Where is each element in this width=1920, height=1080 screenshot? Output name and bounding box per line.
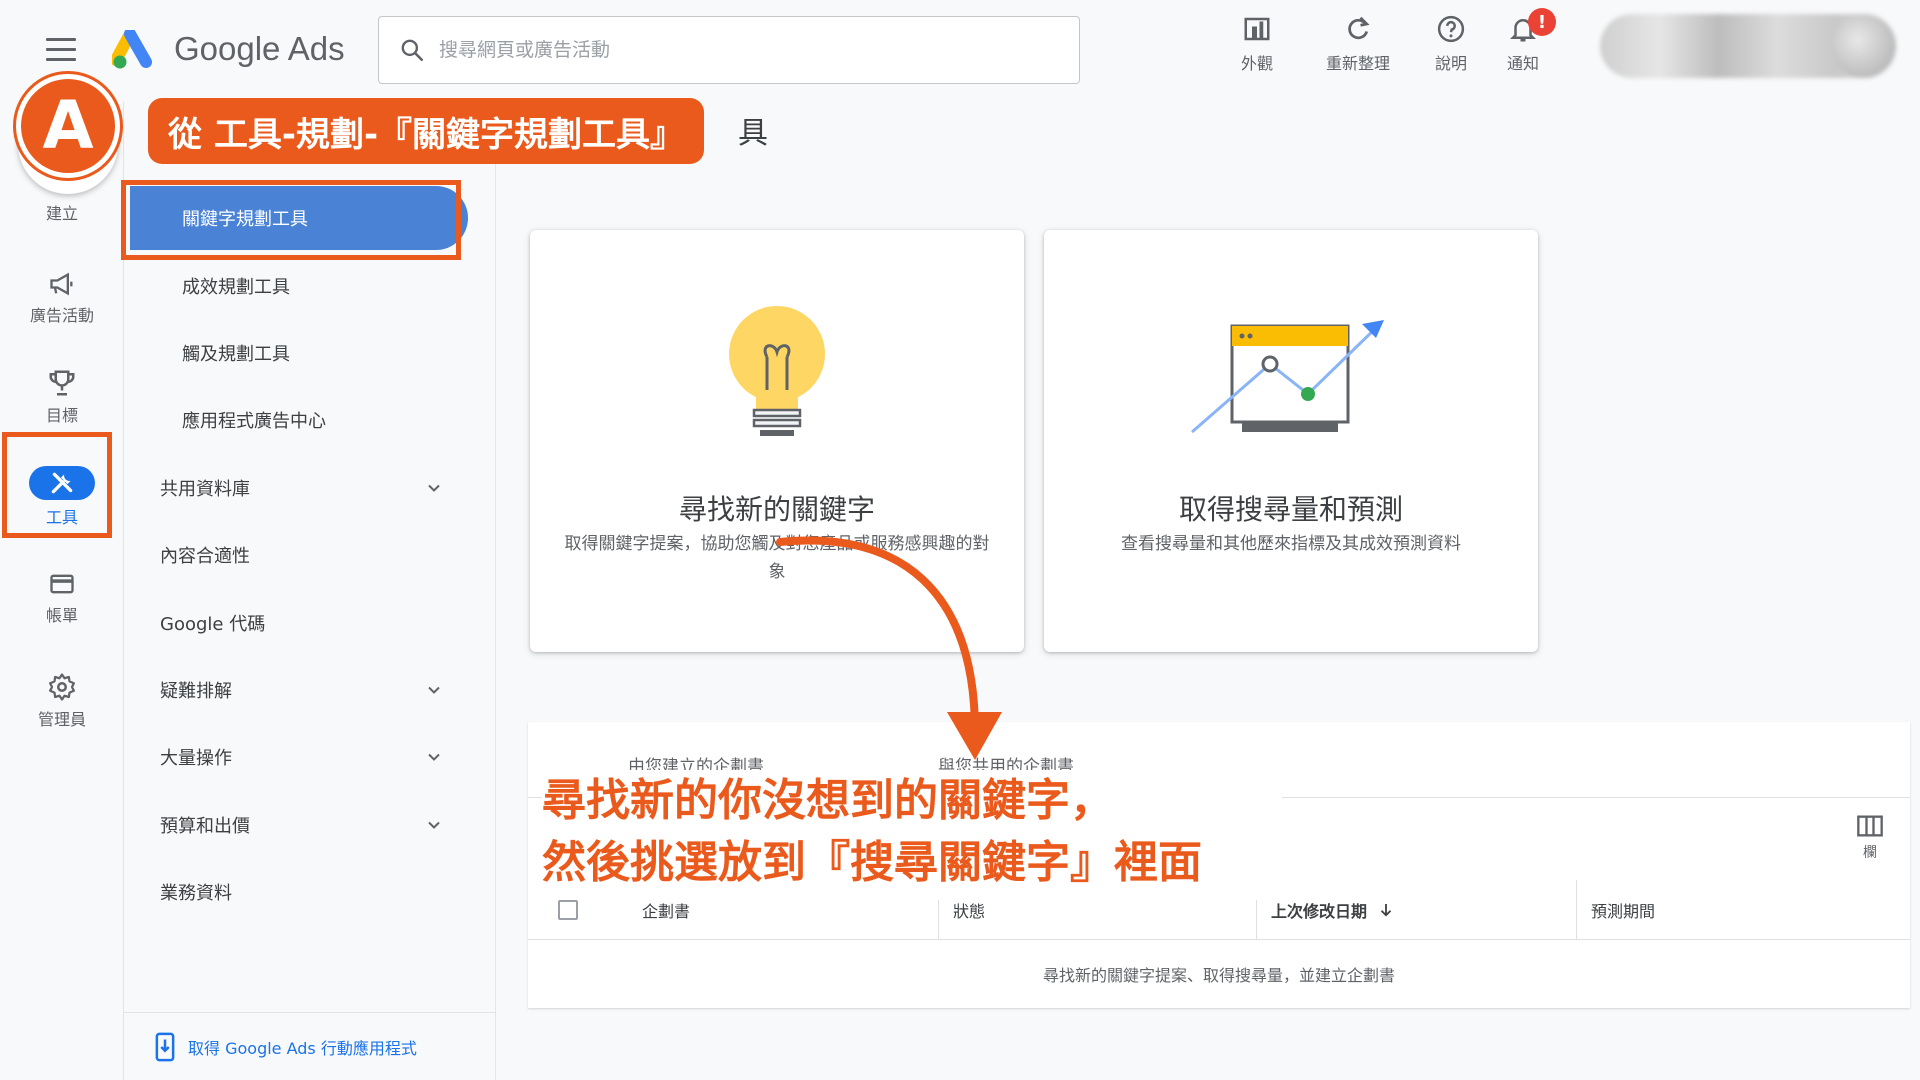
mobile-app-link-label: 取得 Google Ads 行動應用程式 — [188, 1038, 417, 1058]
avatar[interactable] — [1832, 14, 1896, 78]
trophy-icon — [49, 370, 75, 396]
submenu-item-label: 預算和出價 — [160, 816, 250, 837]
credit-card-icon — [50, 574, 74, 594]
sort-descending-icon — [1380, 904, 1392, 917]
chevron-down-icon — [428, 484, 440, 492]
rail-item-campaigns[interactable]: 廣告活動 — [0, 270, 124, 326]
brand-badge: A — [16, 74, 120, 178]
help-icon — [1437, 15, 1465, 43]
notification-badge: ! — [1528, 8, 1556, 36]
columns-label: 欄 — [1863, 845, 1877, 861]
tools-pill[interactable] — [29, 466, 95, 500]
submenu-item-label: 疑難排解 — [160, 681, 232, 702]
rail-item-label: 建立 — [45, 204, 78, 223]
mobile-app-link[interactable]: 取得 Google Ads 行動應用程式 — [124, 1012, 496, 1080]
rail-item-billing[interactable]: 帳單 — [0, 570, 124, 626]
card-title: 尋找新的關鍵字 — [678, 493, 875, 526]
submenu-item-business-data[interactable]: 業務資料 — [124, 864, 496, 920]
badge-letter: A — [42, 87, 94, 164]
columns-button[interactable]: 欄 — [1856, 814, 1884, 862]
notifications-button[interactable]: ! 通知 — [1478, 8, 1568, 74]
chevron-down-icon — [428, 686, 440, 694]
select-all-checkbox[interactable] — [558, 900, 578, 920]
discover-keywords-card[interactable]: 尋找新的關鍵字 取得關鍵字提案，協助您觸及對您產品或服務感興趣的對象 — [530, 230, 1024, 652]
account-switcher[interactable] — [1600, 14, 1896, 78]
note-line-1: 尋找新的你沒想到的關鍵字， — [542, 775, 1114, 826]
submenu-item-label: 觸及規劃工具 — [182, 344, 290, 365]
note-line-2: 然後挑選放到『搜尋關鍵字』裡面 — [542, 837, 1202, 888]
column-header-label: 上次修改日期 — [1271, 902, 1368, 921]
phone-download-icon — [155, 1032, 175, 1061]
chevron-down-icon — [428, 753, 440, 761]
submenu-item-label: 成效規劃工具 — [182, 277, 290, 298]
forecast-card[interactable]: 取得搜尋量和預測 查看搜尋量和其他歷來指標及其成效預測資料 — [1044, 230, 1538, 652]
navigation-rail: 建立 廣告活動 目標 工具 帳單 管理員 — [0, 102, 124, 1080]
rail-item-label: 帳單 — [45, 606, 78, 625]
submenu-item-reach-planner[interactable]: 觸及規劃工具 — [124, 325, 496, 381]
main-menu-icon[interactable] — [46, 38, 76, 62]
submenu-item-bulk-actions[interactable]: 大量操作 — [124, 729, 496, 785]
refresh-icon — [1348, 16, 1370, 40]
gear-icon — [49, 673, 75, 701]
notifications-label: 通知 — [1506, 54, 1539, 73]
submenu-item-app-advertising-hub[interactable]: 應用程式廣告中心 — [124, 392, 496, 448]
rail-item-label: 廣告活動 — [29, 306, 94, 325]
search-box[interactable] — [378, 16, 1080, 84]
card-title: 取得搜尋量和預測 — [1178, 493, 1403, 526]
tools-icon — [51, 472, 73, 494]
help-label: 說明 — [1434, 54, 1467, 73]
submenu-item-label: 內容合適性 — [160, 546, 250, 567]
search-input[interactable] — [439, 39, 1039, 61]
lightbulb-icon — [729, 306, 825, 436]
rail-item-tools[interactable]: 工具 — [0, 466, 124, 528]
chevron-down-icon — [428, 821, 440, 829]
instruction-note: 尋找新的你沒想到的關鍵字， 然後挑選放到『搜尋關鍵字』裡面 — [542, 770, 1282, 900]
empty-table-message: 尋找新的關鍵字提案、取得搜尋量，並建立企劃書 — [1042, 966, 1395, 985]
submenu-item-label: 大量操作 — [160, 748, 232, 769]
submenu-item-keyword-planner[interactable]: 關鍵字規劃工具 — [130, 186, 468, 250]
rail-item-create[interactable]: 建立 — [0, 196, 124, 224]
submenu-item-performance-planner[interactable]: 成效規劃工具 — [124, 258, 496, 314]
submenu-item-content-suitability[interactable]: 內容合適性 — [124, 527, 496, 583]
instruction-callout: 從 工具-規劃-『關鍵字規劃工具』 — [148, 98, 705, 164]
megaphone-icon — [50, 272, 73, 296]
tools-submenu: 關鍵字規劃工具 成效規劃工具 觸及規劃工具 應用程式廣告中心 共用資料庫 內容合… — [124, 102, 496, 1080]
page-title-fragment: 具 — [738, 116, 768, 151]
submenu-item-label: 關鍵字規劃工具 — [182, 209, 308, 230]
column-header-forecast-period[interactable]: 預測期間 — [1576, 880, 1655, 940]
rail-item-goals[interactable]: 目標 — [0, 368, 124, 426]
submenu-item-label: 應用程式廣告中心 — [182, 411, 326, 432]
submenu-item-label: Google 代碼 — [160, 614, 266, 635]
submenu-item-budgets-bidding[interactable]: 預算和出價 — [124, 797, 496, 853]
submenu-item-google-tag[interactable]: Google 代碼 — [124, 595, 496, 651]
rail-item-label: 工具 — [45, 508, 78, 527]
google-ads-logo-icon — [112, 30, 152, 69]
card-description: 查看搜尋量和其他歷來指標及其成效預測資料 — [1121, 534, 1461, 554]
search-icon — [401, 39, 424, 62]
card-description: 取得關鍵字提案，協助您觸及對您產品或服務感興趣的對象 — [564, 534, 990, 582]
rail-item-label: 目標 — [45, 406, 78, 425]
submenu-item-label: 共用資料庫 — [160, 479, 250, 500]
forecast-chart-icon — [1191, 320, 1384, 434]
app-title: Google Ads — [174, 30, 345, 67]
submenu-item-troubleshooting[interactable]: 疑難排解 — [124, 662, 496, 718]
appearance-label: 外觀 — [1240, 54, 1273, 73]
refresh-label: 重新整理 — [1325, 54, 1390, 73]
submenu-item-label: 業務資料 — [160, 883, 232, 904]
columns-icon — [1857, 815, 1883, 837]
top-bar: Google Ads 外觀 重新整理 說明 ! 通知 — [0, 0, 1920, 102]
rail-item-admin[interactable]: 管理員 — [0, 672, 124, 730]
rail-item-label: 管理員 — [37, 710, 86, 729]
appearance-button[interactable]: 外觀 — [1212, 14, 1302, 74]
submenu-item-shared-library[interactable]: 共用資料庫 — [124, 460, 496, 516]
refresh-button[interactable]: 重新整理 — [1313, 14, 1403, 74]
appearance-icon — [1244, 17, 1270, 41]
